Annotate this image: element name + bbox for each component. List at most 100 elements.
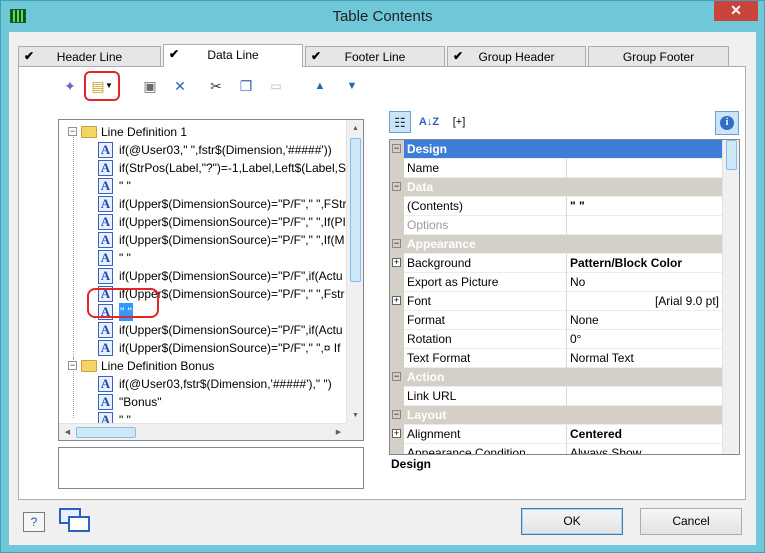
column-divider <box>566 216 567 235</box>
expand-icon[interactable]: + <box>392 296 401 305</box>
property-value[interactable]: None <box>570 313 719 327</box>
cancel-button[interactable]: Cancel <box>640 508 742 535</box>
property-row[interactable]: + Alignment Centered <box>390 425 723 444</box>
property-category[interactable]: − Design <box>390 140 723 159</box>
tree-vertical-scrollbar[interactable]: ▲ ▼ <box>346 120 363 424</box>
property-value[interactable]: No <box>570 275 719 289</box>
property-name: Layout <box>407 408 447 422</box>
property-row[interactable]: + Font [Arial 9.0 pt] <box>390 292 723 311</box>
tab-label: Group Footer <box>622 50 695 64</box>
move-up-icon[interactable]: ▲ <box>309 75 331 97</box>
property-value[interactable]: " " <box>570 199 719 213</box>
tree-folder-row[interactable]: − Line Definition Bonus <box>59 357 347 375</box>
property-category[interactable]: − Data <box>390 178 723 197</box>
close-button[interactable]: ✕ <box>714 1 758 21</box>
collapse-icon[interactable]: − <box>392 372 401 381</box>
property-value[interactable]: Normal Text <box>570 351 719 365</box>
tree-field-row[interactable]: Aif(Upper$(DimensionSource)="P/F"," ",If… <box>59 213 347 231</box>
tree-field-row[interactable]: A " " <box>59 249 347 267</box>
property-row[interactable]: Appearance Condition Always Show <box>390 444 723 454</box>
windows-icon[interactable] <box>59 508 93 534</box>
property-name: Options <box>407 218 449 232</box>
property-value[interactable]: Pattern/Block Color <box>570 256 719 270</box>
scroll-left-icon[interactable]: ◀ <box>59 424 76 440</box>
cut-icon[interactable]: ✂ <box>205 75 227 97</box>
tree-item-label: if(Upper$(DimensionSource)="P/F",if(Actu <box>119 323 343 337</box>
tree-folder-row[interactable]: − Line Definition 1 <box>59 123 347 141</box>
property-row[interactable]: Text Format Normal Text <box>390 349 723 368</box>
scroll-up-icon[interactable]: ▲ <box>347 120 363 137</box>
scroll-thumb[interactable] <box>726 140 737 170</box>
scroll-thumb[interactable] <box>76 427 136 438</box>
tree-field-row[interactable]: Aif(Upper$(DimensionSource)="P/F",if(Act… <box>59 267 347 285</box>
tree-item-label: Line Definition 1 <box>101 125 188 139</box>
property-row[interactable]: (Contents) " " <box>390 197 723 216</box>
tab-header-line[interactable]: ✔ Header Line <box>18 46 161 66</box>
tab-data-line[interactable]: ✔ Data Line <box>163 44 303 67</box>
expand-icon[interactable]: + <box>392 429 401 438</box>
tab-label: Footer Line <box>344 50 406 64</box>
sort-alphabetical-icon[interactable]: A↓Z <box>417 111 441 133</box>
column-divider <box>566 387 567 406</box>
property-category[interactable]: − Layout <box>390 406 723 425</box>
expand-icon[interactable]: + <box>392 258 401 267</box>
wizard-icon[interactable]: ✦ <box>59 75 81 97</box>
tree-field-row[interactable]: Aif(Upper$(DimensionSource)="P/F",if(Act… <box>59 321 347 339</box>
collapse-icon[interactable]: − <box>392 410 401 419</box>
properties-icon[interactable]: ▣ <box>139 75 161 97</box>
move-down-icon[interactable]: ▼ <box>341 75 363 97</box>
row-gutter <box>390 349 404 368</box>
tab-group-footer[interactable]: Group Footer <box>588 46 729 66</box>
property-row[interactable]: Options <box>390 216 723 235</box>
tree-field-row[interactable]: Aif(Upper$(DimensionSource)="P/F"," ",FS… <box>59 195 347 213</box>
property-value[interactable]: Centered <box>570 427 719 441</box>
tree-field-row[interactable]: Aif(Upper$(DimensionSource)="P/F"," ",¤ … <box>59 339 347 357</box>
help-button[interactable]: ? <box>23 512 45 532</box>
property-row[interactable]: Name <box>390 159 723 178</box>
property-row[interactable]: Rotation 0° <box>390 330 723 349</box>
tree-field-row[interactable]: Aif(StrPos(Label,"?")=-1,Label,Left$(Lab… <box>59 159 353 177</box>
line-definition-tree[interactable]: − Line Definition 1 Aif(@User03," ",fstr$(… <box>58 119 364 441</box>
tab-label: Header Line <box>56 50 123 64</box>
property-name: Appearance <box>407 237 476 251</box>
title-bar[interactable]: Table Contents ✕ <box>1 1 764 32</box>
tree-field-row[interactable]: A "Bonus" <box>59 393 347 411</box>
tree-field-row[interactable]: Aif(@User03,fstr$(Dimension,'#####')," "… <box>59 375 347 393</box>
collapse-icon[interactable]: − <box>392 239 401 248</box>
property-value[interactable]: Always Show <box>570 446 719 454</box>
copy-icon[interactable]: ❐ <box>235 75 257 97</box>
highlight-ring <box>84 71 120 101</box>
info-button[interactable]: i <box>715 111 739 135</box>
delete-icon[interactable]: ✕ <box>169 75 191 97</box>
property-row[interactable]: Link URL <box>390 387 723 406</box>
tree-horizontal-scrollbar[interactable]: ◀ ▶ <box>59 423 347 440</box>
tree-field-row[interactable]: Aif(Upper$(DimensionSource)="P/F"," ",If… <box>59 231 347 249</box>
grid-vertical-scrollbar[interactable] <box>722 140 739 454</box>
collapse-icon[interactable]: − <box>392 144 401 153</box>
expand-all-icon[interactable]: [+] <box>447 111 471 133</box>
tree-field-row[interactable]: Aif(@User03," ",fstr$(Dimension,'#####')… <box>59 141 347 159</box>
property-name: Background <box>407 256 472 270</box>
ok-button[interactable]: OK <box>521 508 623 535</box>
tree-field-row[interactable]: A " " <box>59 177 347 195</box>
property-category[interactable]: − Action <box>390 368 723 387</box>
tab-footer-line[interactable]: ✔ Footer Line <box>305 46 445 66</box>
property-category[interactable]: − Appearance <box>390 235 723 254</box>
scroll-down-icon[interactable]: ▼ <box>347 407 363 424</box>
collapse-icon[interactable]: − <box>68 361 77 370</box>
property-name: Data <box>407 180 434 194</box>
property-grid[interactable]: − Design Name − Data (Contents) " " Options − App… <box>389 139 740 455</box>
collapse-icon[interactable]: − <box>392 182 401 191</box>
property-value[interactable]: [Arial 9.0 pt] <box>570 294 719 308</box>
scroll-thumb[interactable] <box>350 138 361 282</box>
collapse-icon[interactable]: − <box>68 127 77 136</box>
property-row[interactable]: + Background Pattern/Block Color <box>390 254 723 273</box>
tab-group-header[interactable]: ✔ Group Header <box>447 46 586 66</box>
text-field-icon: A <box>98 160 113 176</box>
tab-label: Data Line <box>207 48 259 62</box>
scroll-right-icon[interactable]: ▶ <box>330 424 347 440</box>
property-row[interactable]: Export as Picture No <box>390 273 723 292</box>
property-row[interactable]: Format None <box>390 311 723 330</box>
categorized-view-icon[interactable]: ☷ <box>389 111 411 133</box>
property-value[interactable]: 0° <box>570 332 719 346</box>
